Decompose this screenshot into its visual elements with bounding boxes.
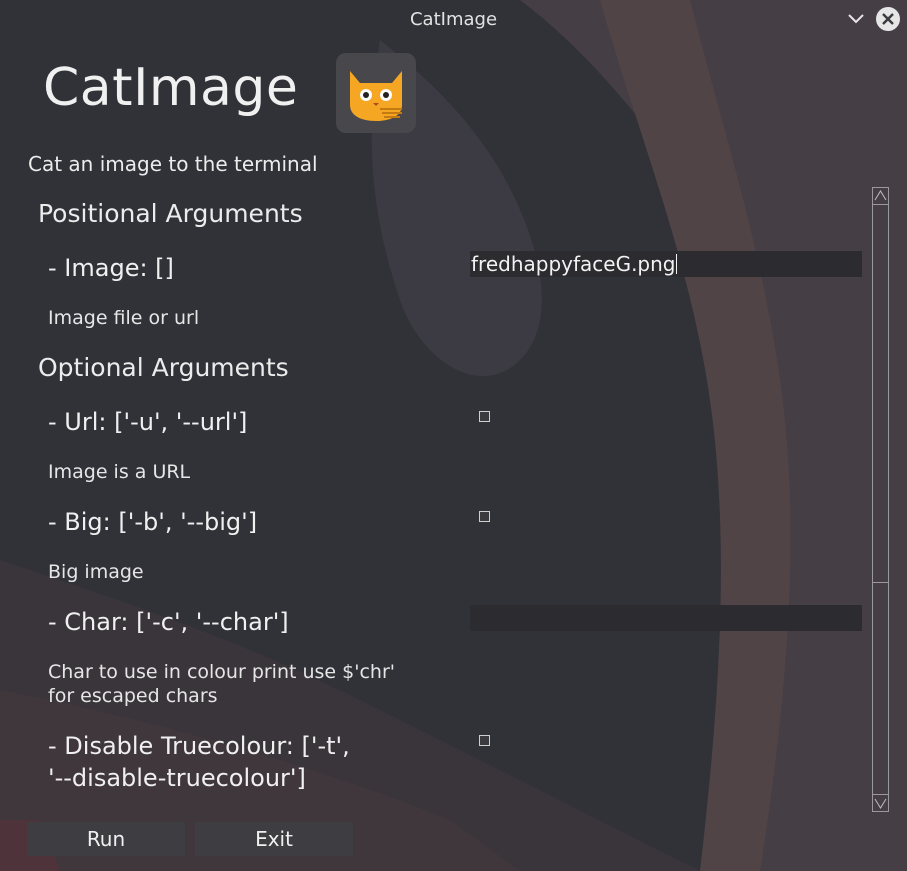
arrow-up-icon[interactable]: [873, 188, 888, 205]
truecolour-arg-label-line1: - Disable Truecolour: ['-t',: [48, 732, 350, 760]
url-arg-label: - Url: ['-u', '--url']: [48, 408, 248, 436]
optional-heading: Optional Arguments: [38, 353, 289, 382]
window-title: CatImage: [409, 9, 498, 30]
char-arg-help-line2: for escaped chars: [48, 685, 218, 707]
char-arg-label: - Char: ['-c', '--char']: [48, 608, 289, 636]
scrollbar[interactable]: [872, 187, 889, 812]
arrow-down-icon[interactable]: [873, 794, 888, 811]
image-arg-help: Image file or url: [48, 307, 200, 329]
chevron-down-icon[interactable]: [845, 8, 867, 30]
big-arg-help: Big image: [48, 561, 144, 583]
image-input-value: fredhappyfaceG.png: [471, 252, 676, 276]
image-input[interactable]: fredhappyfaceG.png: [470, 251, 862, 277]
url-checkbox[interactable]: [479, 411, 490, 422]
positional-heading: Positional Arguments: [38, 199, 303, 228]
url-arg-help: Image is a URL: [48, 461, 191, 483]
scrollbar-thumb[interactable]: [873, 204, 888, 583]
app-description: Cat an image to the terminal: [28, 152, 318, 176]
big-checkbox[interactable]: [479, 511, 490, 522]
image-arg-label: - Image: []: [48, 254, 174, 282]
big-arg-label: - Big: ['-b', '--big']: [48, 508, 258, 536]
close-icon[interactable]: [876, 7, 900, 31]
exit-button[interactable]: Exit: [195, 822, 353, 856]
truecolour-checkbox[interactable]: [479, 735, 490, 746]
text-caret: [676, 254, 677, 274]
window-titlebar: CatImage: [0, 0, 907, 38]
app-title: CatImage: [43, 58, 299, 118]
cat-logo-icon: [336, 53, 416, 133]
run-button[interactable]: Run: [27, 822, 185, 856]
truecolour-arg-label-line2: '--disable-truecolour']: [48, 764, 306, 792]
char-input[interactable]: [470, 605, 862, 631]
char-arg-help-line1: Char to use in colour print use $'chr': [48, 661, 396, 683]
